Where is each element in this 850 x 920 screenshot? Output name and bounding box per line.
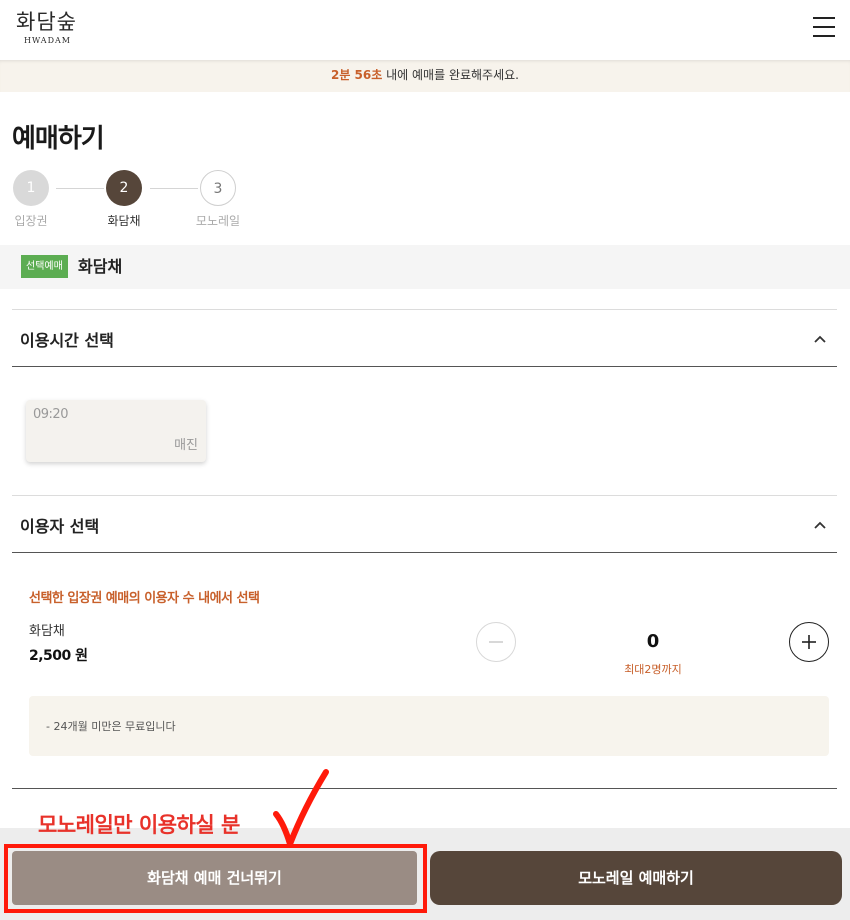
- quantity-max-note: 최대2명까지: [624, 663, 682, 676]
- plus-icon: [802, 635, 816, 649]
- time-slot-card[interactable]: 09:20 매진: [26, 400, 206, 462]
- ticket-name: 화담채: [29, 624, 65, 639]
- logo-subtext: HWADAM: [24, 36, 71, 45]
- step-number: 2: [106, 170, 142, 206]
- user-limit-notice: 선택한 입장권 예매의 이용자 수 내에서 선택: [29, 591, 260, 606]
- highlight-annotation-box: [4, 844, 427, 913]
- quantity-decrease-button[interactable]: [476, 622, 516, 662]
- countdown-notice: 2분 56초 내에 예매를 완료해주세요.: [0, 60, 850, 92]
- page-title: 예매하기: [12, 124, 105, 154]
- countdown-time: 2분 56초: [330, 68, 383, 82]
- time-slot-status: 매진: [174, 438, 198, 453]
- time-section-title: 이용시간 선택: [20, 331, 114, 350]
- quantity-increase-button[interactable]: [789, 622, 829, 662]
- step-ticket: 1 입장권: [1, 170, 61, 229]
- section-divider: [12, 788, 837, 789]
- app-header: 화담숲 HWADAM: [0, 0, 850, 60]
- quantity-value: 0: [646, 631, 660, 652]
- step-label: 입장권: [14, 214, 48, 228]
- selected-product-name: 화담채: [78, 257, 123, 276]
- ticket-price: 2,500 원: [29, 648, 88, 664]
- step-number: 1: [13, 170, 49, 206]
- minus-icon: [489, 641, 503, 643]
- step-label: 모노레일: [195, 214, 241, 228]
- step-hwadamchae: 2 화담채: [94, 170, 154, 229]
- logo-text: 화담숲: [16, 10, 77, 34]
- hamburger-menu-icon[interactable]: [813, 17, 835, 37]
- chevron-up-icon: [814, 521, 826, 529]
- time-slot-time: 09:20: [33, 407, 68, 422]
- time-section-header[interactable]: 이용시간 선택: [12, 309, 837, 367]
- step-monorail: 3 모노레일: [188, 170, 248, 229]
- chevron-up-icon: [814, 335, 826, 343]
- selection-badge: 선택예매: [21, 255, 68, 278]
- checkmark-annotation-icon: [273, 769, 329, 847]
- monorail-booking-button[interactable]: 모노레일 예매하기: [430, 851, 842, 905]
- user-section-title: 이용자 선택: [20, 517, 100, 536]
- annotation-label: 모노레일만 이용하실 분: [38, 813, 240, 837]
- hwadam-logo[interactable]: 화담숲 HWADAM: [16, 9, 77, 45]
- user-section-header[interactable]: 이용자 선택: [12, 495, 837, 553]
- info-item: - 24개월 미만은 무료입니다: [46, 720, 176, 733]
- selected-product-bar: 선택예매 화담채: [0, 245, 850, 289]
- info-box: - 24개월 미만은 무료입니다: [29, 696, 829, 756]
- countdown-message: 내에 예매를 완료해주세요.: [382, 68, 519, 82]
- step-number: 3: [200, 170, 236, 206]
- step-label: 화담채: [107, 214, 141, 228]
